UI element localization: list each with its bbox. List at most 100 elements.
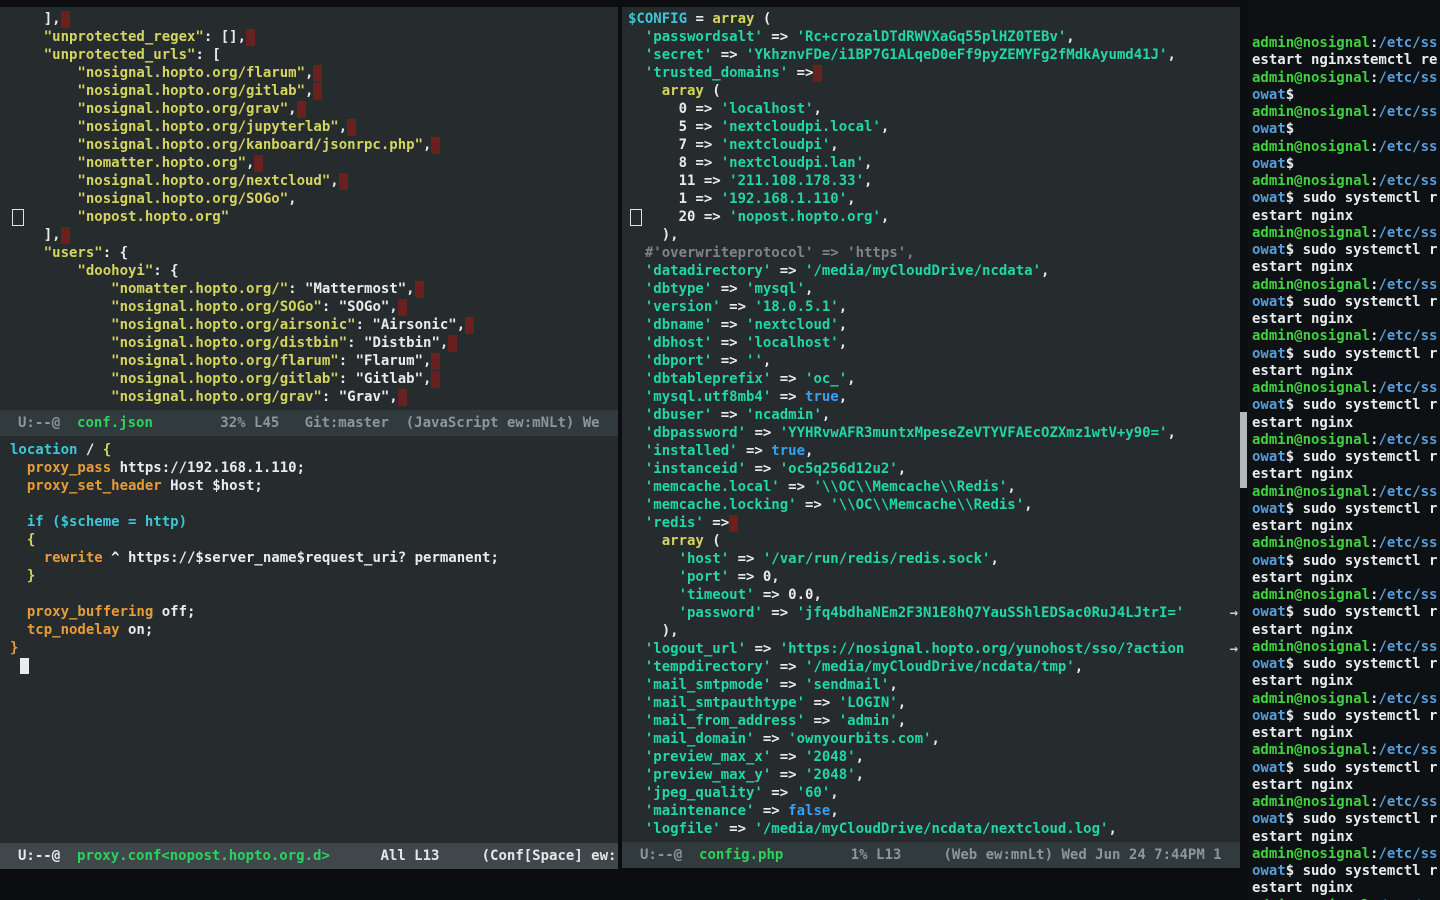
code-line [10,495,618,513]
code-segment: "nopost.hopto.org" [10,209,229,225]
code-segment: rewrite [10,550,103,566]
code-segment: : "Flarum", [339,353,432,369]
code-segment: => [712,353,746,369]
code-segment: admin@nosignal [1252,35,1370,51]
code-segment: array [662,533,704,549]
code-segment: $ sudo systemctl r [1286,553,1438,569]
code-segment: , [1075,659,1083,675]
code-segment: $ sudo systemctl r [1286,449,1438,465]
code-segment: /etc/ss [1378,225,1437,241]
code-segment: admin@nosignal [1252,173,1370,189]
code-segment: / [77,442,102,458]
terminal-line: admin@nosignal:/etc/ss [1252,484,1440,501]
code-segment: owat [1252,397,1286,413]
code-line: 7 => 'nextcloudpi', [628,136,1240,154]
code-segment: 7 => [628,137,721,153]
terminal-line: owat$ [1252,121,1440,138]
code-line: ), [628,622,1240,640]
left-editor-frame: ], "unprotected_regex": [], "unprotected… [0,7,618,869]
code-line: 'dbport' => '', [628,352,1240,370]
code-segment: "nosignal.hopto.org/distbin" [10,335,347,351]
code-segment: admin@nosignal [1252,70,1370,86]
code-segment: owat [1252,708,1286,724]
terminal-line: estart nginx [1252,259,1440,276]
trailing-whitespace-marker [254,155,263,172]
code-segment: '60' [797,785,831,801]
terminal-line: admin@nosignal:/etc/ss [1252,587,1440,604]
code-segment: , [847,371,855,387]
code-segment: , [1167,47,1175,63]
code-segment: 'oc5q256d12u2' [780,461,898,477]
code-segment: , [246,155,254,171]
editor-cursor [20,658,29,674]
scrollbar-thumb[interactable] [1240,412,1247,488]
code-segment: /etc/ss [1378,691,1437,707]
code-segment: "nosignal.hopto.org/SOGo" [10,191,288,207]
code-segment: { [10,532,35,548]
code-segment: : [ [195,47,220,63]
nginx-buffer[interactable]: location / { proxy_pass https://192.168.… [0,436,618,843]
code-segment: => [712,317,746,333]
code-segment: 'dbtableprefix' [628,371,771,387]
modeline-status: U:--@ [640,847,699,863]
code-segment: estart nginx [1252,415,1353,431]
code-segment: $ sudo systemctl r [1286,811,1438,827]
trailing-whitespace-marker [61,227,70,244]
code-segment: tcp_nodelay [10,622,120,638]
trailing-whitespace-marker [431,353,440,370]
code-segment: 'LOGIN' [839,695,898,711]
terminal-line: owat$ sudo systemctl r [1252,604,1440,621]
code-line: 20 => 'nopost.hopto.org', [628,208,1240,226]
code-segment: 5 => [628,119,721,135]
json-buffer[interactable]: ], "unprotected_regex": [], "unprotected… [0,7,618,410]
code-segment: "nosignal.hopto.org/nextcloud" [10,173,330,189]
terminal-line: estart nginx [1252,311,1440,328]
code-segment: 'nopost.hopto.org' [729,209,881,225]
terminal-line: estart nginx [1252,466,1440,483]
code-segment: , [898,713,906,729]
code-segment: 'dbname' [628,317,712,333]
code-segment: owat [1252,294,1286,310]
code-segment: => [754,731,788,747]
code-segment: #'overwriteprotocol' => 'https', [628,245,915,261]
code-segment: "unprotected_regex" [10,29,204,45]
code-segment: estart nginx [1252,363,1353,379]
trailing-whitespace-marker [246,29,255,46]
code-segment: 'password' [628,605,763,621]
code-segment: admin@nosignal [1252,432,1370,448]
code-segment: /etc/ss [1378,587,1437,603]
terminal-pane[interactable]: admin@nosignal:/etc/ssestart nginxstemct… [1248,0,1440,900]
code-segment: /etc/ss [1378,742,1437,758]
code-segment: admin@nosignal [1252,846,1370,862]
php-buffer[interactable]: $CONFIG = array ( 'passwordsalt' => 'Rc+… [622,7,1240,842]
code-segment: estart nginx [1252,208,1353,224]
terminal-line: owat$ sudo systemctl r [1252,346,1440,363]
code-segment: => [805,695,839,711]
code-segment: owat [1252,242,1286,258]
terminal-line: admin@nosignal:/etc/ss [1252,742,1440,759]
code-segment: , [305,65,313,81]
code-segment: 'YYHRvwAFR3muntxMpeseZeVTYVFAEcOZXmz1wtV… [780,425,1168,441]
code-segment: , [805,281,813,297]
code-line: "nopost.hopto.org" [10,208,618,226]
modeline-info: 32% L45 Git:master (JavaScript ew:mNLt) … [153,415,600,431]
code-segment: => [746,641,780,657]
code-segment: ), [628,623,679,639]
code-segment: , [856,749,864,765]
code-segment: "nomatter.hopto.org/" [10,281,288,297]
modeline-status: U:--@ [18,415,77,431]
code-segment: owat [1252,190,1286,206]
code-segment: => [712,281,746,297]
code-segment: 'instanceid' [628,461,746,477]
code-line: } [10,639,618,657]
code-segment: , [1108,821,1116,837]
modeline-info: 1% L13 (Web ew:mnLt) Wed Jun 24 7:44PM 1 [783,847,1221,863]
code-segment: "nomatter.hopto.org" [10,155,246,171]
code-segment: estart nginx [1252,259,1353,275]
code-segment: 'nextcloudpi.local' [721,119,881,135]
code-segment: ), [628,227,679,243]
code-segment: 11 => [628,173,729,189]
code-line: 11 => '211.108.178.33', [628,172,1240,190]
code-line: "nosignal.hopto.org/jupyterlab", [10,118,618,136]
code-line: "nosignal.hopto.org/SOGo": "SOGo", [10,298,618,316]
